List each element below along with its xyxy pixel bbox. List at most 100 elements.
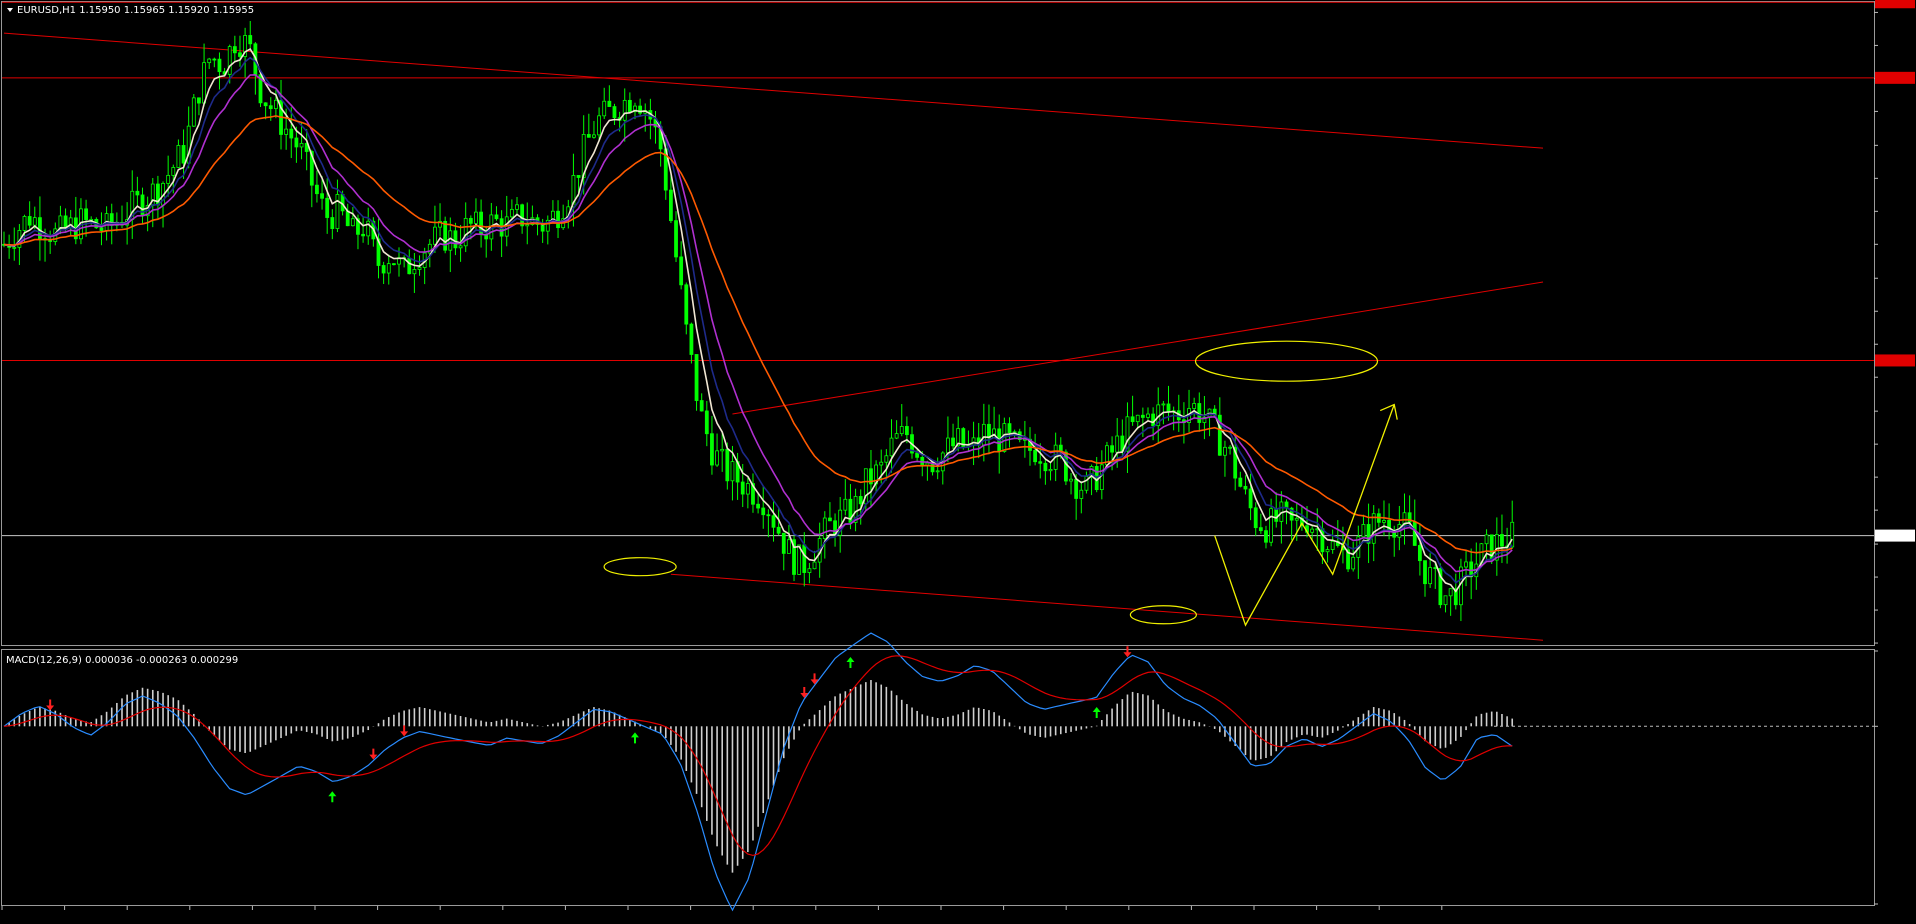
candle-body: [592, 134, 596, 138]
candle-body: [289, 128, 294, 139]
candle-body: [58, 215, 63, 230]
candle-body: [1269, 508, 1274, 543]
candle-body: [207, 58, 212, 64]
candle-body: [212, 58, 217, 61]
candle-body: [899, 426, 904, 435]
candle-body: [227, 46, 232, 75]
candle-body: [612, 106, 617, 119]
candle-body: [1166, 403, 1171, 412]
candle-body: [1110, 445, 1114, 453]
candle-body: [822, 517, 827, 540]
macd-panel-frame: [1, 649, 1875, 906]
candle-body: [1361, 524, 1366, 538]
candle-body: [889, 437, 894, 457]
candle-body: [1079, 489, 1084, 499]
candle-body: [879, 461, 884, 466]
candle-body: [1433, 567, 1438, 569]
candle-body: [622, 99, 627, 121]
candle-body: [417, 267, 422, 270]
candle-body: [176, 145, 181, 168]
level-price-tag: [1875, 0, 1915, 9]
candle-body: [1294, 517, 1299, 521]
candle-body: [745, 483, 750, 495]
dropdown-triangle-icon[interactable]: [7, 8, 13, 12]
candle-body: [740, 481, 745, 495]
candle-body: [1500, 534, 1504, 547]
candle-body: [1038, 461, 1043, 464]
candle-body: [181, 145, 186, 164]
candle-body: [1146, 413, 1150, 418]
candle-body: [386, 263, 391, 274]
candle-body: [27, 216, 32, 226]
candle-body: [135, 190, 140, 196]
candle-body: [771, 515, 776, 528]
candle-body: [951, 437, 955, 447]
candle-body: [361, 233, 366, 237]
candle-body: [32, 217, 37, 226]
sell-arrow-icon: [400, 725, 409, 737]
candle-body: [1428, 567, 1433, 585]
macd-chart-title: MACD(12,26,9) 0.000036 -0.000263 0.00029…: [6, 655, 238, 666]
candle-body: [756, 503, 761, 509]
candle-body: [1325, 549, 1330, 553]
candle-body: [828, 517, 832, 522]
candle-body: [1228, 446, 1232, 449]
candle-body: [1161, 403, 1166, 406]
frames: [1, 1, 1875, 906]
buy-arrow-icon: [630, 732, 639, 744]
level-price-tag: [1875, 354, 1915, 367]
projected-path-annotation: [1214, 404, 1395, 627]
buy-arrow-icon: [1092, 707, 1101, 719]
moving-average-line: [3, 115, 1513, 554]
candle-body: [689, 323, 694, 355]
candle-body: [1238, 477, 1243, 487]
time-axis: [1, 906, 1443, 910]
price-tags: [1875, 0, 1915, 542]
candle-body: [1351, 556, 1356, 570]
candle-body: [786, 539, 791, 554]
candle-body: [458, 245, 463, 249]
annotations: [603, 340, 1398, 627]
candle-body: [99, 227, 104, 231]
candle-body: [576, 175, 581, 178]
candle-body: [884, 455, 889, 463]
candle-body: [1223, 446, 1227, 456]
candle-body: [1069, 478, 1073, 482]
candle-body: [674, 220, 678, 258]
candle-body: [725, 448, 730, 482]
candle-body: [320, 193, 324, 199]
trend-lines: [3, 32, 1544, 641]
candles: [2, 21, 1515, 622]
candle-body: [669, 189, 673, 222]
chart-stage: EURUSD,H1 1.15950 1.15965 1.15920 1.1595…: [1, 0, 1915, 912]
candle-body: [325, 197, 330, 218]
candle-body: [12, 246, 17, 249]
level-price-tag: [1875, 71, 1915, 84]
candle-body: [1448, 588, 1453, 597]
candle-body: [627, 99, 632, 113]
candle-body: [1443, 595, 1448, 606]
candle-body: [1130, 416, 1135, 423]
buy-arrow-icon: [846, 657, 855, 669]
candle-body: [802, 544, 807, 573]
candle-body: [1243, 485, 1248, 490]
candle-body: [807, 568, 812, 573]
low-circle-annotation: [1129, 605, 1197, 625]
candle-body: [171, 167, 176, 176]
candle-body: [448, 230, 453, 251]
candle-body: [766, 514, 771, 517]
candle-body: [299, 142, 304, 148]
sell-arrow-icon: [46, 699, 55, 711]
price-title: EURUSD,H1 1.15950 1.15965 1.15920 1.1595…: [7, 5, 254, 16]
price-chart-title: EURUSD,H1 1.15950 1.15965 1.15920 1.1595…: [17, 5, 254, 16]
current-price-tag: [1875, 529, 1915, 542]
candle-body: [412, 269, 417, 275]
candle-body: [1274, 508, 1279, 522]
candle-body: [812, 561, 817, 570]
candle-body: [191, 97, 196, 127]
candle-body: [761, 507, 766, 516]
candle-body: [1264, 530, 1268, 543]
lower-support-trendline: [670, 573, 1544, 641]
candle-body: [330, 217, 335, 229]
candle-body: [710, 433, 714, 466]
